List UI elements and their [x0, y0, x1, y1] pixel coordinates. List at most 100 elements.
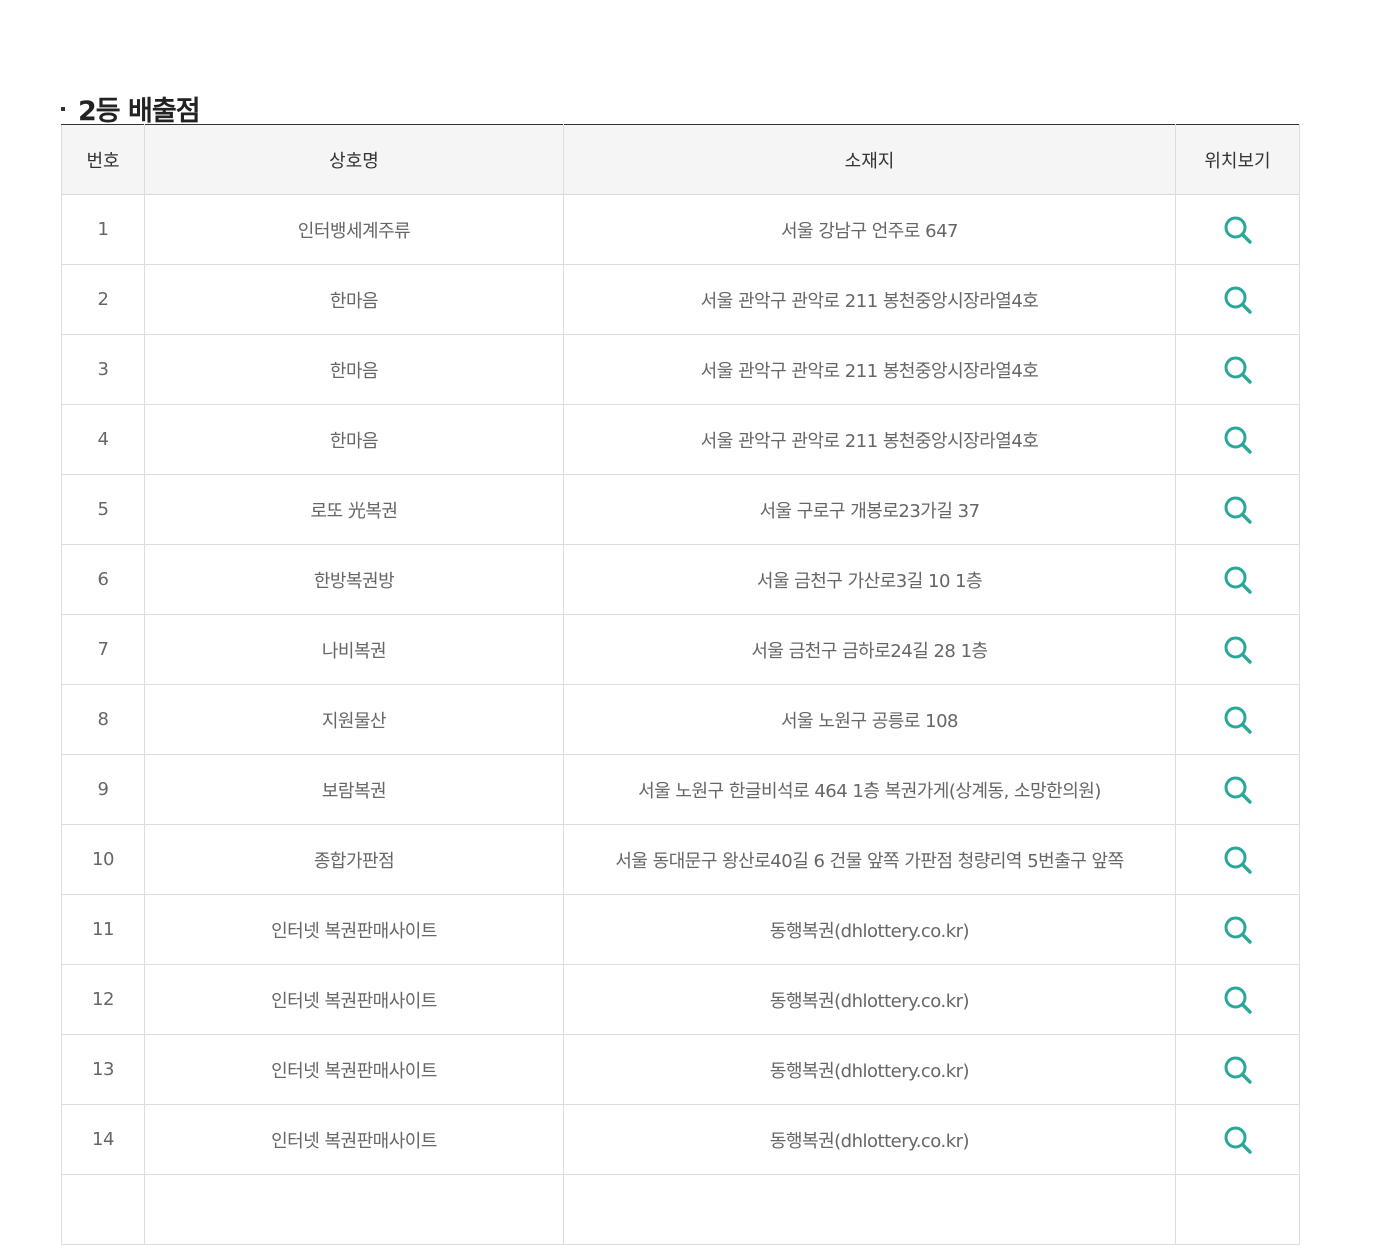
cell-store-name: 로또 光복권 — [144, 474, 564, 545]
cell-store-name: 보람복권 — [144, 754, 564, 825]
winning-store-table: 번호 상호명 소재지 위치보기 1 인터뱅세계주류 서울 강남구 언주로 647 2 한… — [61, 124, 1300, 1245]
view-location-button[interactable] — [1221, 633, 1255, 667]
cell-location — [1175, 894, 1300, 965]
search-icon — [1224, 286, 1252, 314]
search-icon — [1224, 496, 1252, 524]
table-row: 10 종합가판점 서울 동대문구 왕산로40길 6 건물 앞쪽 가판점 청량리역 5… — [61, 824, 1300, 895]
cell-address: 동행복권(dhlottery.co.kr) — [563, 1034, 1176, 1105]
cell-num: 10 — [61, 824, 145, 895]
cell-num: 8 — [61, 684, 145, 755]
table-header-row: 번호 상호명 소재지 위치보기 — [61, 124, 1300, 195]
cell-address: 서울 관악구 관악로 211 봉천중앙시장라열4호 — [563, 264, 1176, 335]
cell-store-name: 인터뱅세계주류 — [144, 194, 564, 265]
cell-store-name: 인터넷 복권판매사이트 — [144, 1104, 564, 1175]
table-row: 14 인터넷 복권판매사이트 동행복권(dhlottery.co.kr) — [61, 1104, 1300, 1175]
header-address: 소재지 — [563, 124, 1176, 195]
view-location-button[interactable] — [1221, 563, 1255, 597]
table-row: 4 한마음 서울 관악구 관악로 211 봉천중앙시장라열4호 — [61, 404, 1300, 475]
search-icon — [1224, 776, 1252, 804]
search-icon — [1224, 426, 1252, 454]
cell-num: 9 — [61, 754, 145, 825]
table-row — [61, 1174, 1300, 1245]
cell-store-name — [144, 1174, 564, 1245]
cell-num: 6 — [61, 544, 145, 615]
cell-num: 14 — [61, 1104, 145, 1175]
view-location-button[interactable] — [1221, 423, 1255, 457]
cell-store-name: 인터넷 복권판매사이트 — [144, 1034, 564, 1105]
cell-location — [1175, 614, 1300, 685]
search-icon — [1224, 986, 1252, 1014]
cell-location — [1175, 544, 1300, 615]
cell-location — [1175, 1104, 1300, 1175]
cell-address: 서울 구로구 개봉로23가길 37 — [563, 474, 1176, 545]
view-location-button[interactable] — [1221, 913, 1255, 947]
cell-location — [1175, 1174, 1300, 1245]
view-location-button[interactable] — [1221, 1123, 1255, 1157]
table-row: 2 한마음 서울 관악구 관악로 211 봉천중앙시장라열4호 — [61, 264, 1300, 335]
search-icon — [1224, 1126, 1252, 1154]
cell-address: 동행복권(dhlottery.co.kr) — [563, 964, 1176, 1035]
table-row: 9 보람복권 서울 노원구 한글비석로 464 1층 복권가게(상계동, 소망한의원… — [61, 754, 1300, 825]
table-row: 3 한마음 서울 관악구 관악로 211 봉천중앙시장라열4호 — [61, 334, 1300, 405]
view-location-button[interactable] — [1221, 1053, 1255, 1087]
cell-num: 11 — [61, 894, 145, 965]
cell-store-name: 한마음 — [144, 334, 564, 405]
cell-location — [1175, 1034, 1300, 1105]
cell-location — [1175, 824, 1300, 895]
cell-store-name: 한마음 — [144, 264, 564, 335]
cell-store-name: 나비복권 — [144, 614, 564, 685]
cell-num: 4 — [61, 404, 145, 475]
winning-store-table-wrap: 번호 상호명 소재지 위치보기 1 인터뱅세계주류 서울 강남구 언주로 647 2 한… — [61, 124, 1300, 1245]
cell-num: 5 — [61, 474, 145, 545]
table-row: 5 로또 光복권 서울 구로구 개봉로23가길 37 — [61, 474, 1300, 545]
section-title-text: 2등 배출점 — [78, 95, 201, 127]
cell-num: 12 — [61, 964, 145, 1035]
header-name: 상호명 — [144, 124, 564, 195]
table-header: 번호 상호명 소재지 위치보기 — [61, 124, 1300, 195]
view-location-button[interactable] — [1221, 703, 1255, 737]
search-icon — [1224, 1056, 1252, 1084]
cell-address — [563, 1174, 1176, 1245]
view-location-button[interactable] — [1221, 843, 1255, 877]
cell-location — [1175, 194, 1300, 265]
title-bullet — [61, 107, 65, 112]
cell-location — [1175, 334, 1300, 405]
cell-address: 서울 동대문구 왕산로40길 6 건물 앞쪽 가판점 청량리역 5번출구 앞쪽 — [563, 824, 1176, 895]
view-location-button[interactable] — [1221, 353, 1255, 387]
cell-store-name: 인터넷 복권판매사이트 — [144, 894, 564, 965]
header-num: 번호 — [61, 124, 145, 195]
table-row: 8 지원물산 서울 노원구 공릉로 108 — [61, 684, 1300, 755]
view-location-button[interactable] — [1221, 283, 1255, 317]
view-location-button[interactable] — [1221, 983, 1255, 1017]
cell-num: 7 — [61, 614, 145, 685]
table-row: 11 인터넷 복권판매사이트 동행복권(dhlottery.co.kr) — [61, 894, 1300, 965]
table-row: 12 인터넷 복권판매사이트 동행복권(dhlottery.co.kr) — [61, 964, 1300, 1035]
cell-address: 서울 관악구 관악로 211 봉천중앙시장라열4호 — [563, 404, 1176, 475]
cell-location — [1175, 474, 1300, 545]
cell-store-name: 종합가판점 — [144, 824, 564, 895]
cell-num: 1 — [61, 194, 145, 265]
cell-num: 13 — [61, 1034, 145, 1105]
search-icon — [1224, 356, 1252, 384]
cell-address: 서울 노원구 한글비석로 464 1층 복권가게(상계동, 소망한의원) — [563, 754, 1176, 825]
cell-store-name: 한방복권방 — [144, 544, 564, 615]
table-row: 6 한방복권방 서울 금천구 가산로3길 10 1층 — [61, 544, 1300, 615]
view-location-button[interactable] — [1221, 493, 1255, 527]
cell-location — [1175, 684, 1300, 755]
cell-location — [1175, 264, 1300, 335]
cell-location — [1175, 754, 1300, 825]
search-icon — [1224, 566, 1252, 594]
search-icon — [1224, 846, 1252, 874]
cell-store-name: 인터넷 복권판매사이트 — [144, 964, 564, 1035]
cell-num: 2 — [61, 264, 145, 335]
table-row: 7 나비복권 서울 금천구 금하로24길 28 1층 — [61, 614, 1300, 685]
cell-location — [1175, 404, 1300, 475]
cell-num: 3 — [61, 334, 145, 405]
cell-store-name: 한마음 — [144, 404, 564, 475]
search-icon — [1224, 636, 1252, 664]
view-location-button[interactable] — [1221, 773, 1255, 807]
cell-num — [61, 1174, 145, 1245]
view-location-button[interactable] — [1221, 213, 1255, 247]
header-location: 위치보기 — [1175, 124, 1300, 195]
table-row: 1 인터뱅세계주류 서울 강남구 언주로 647 — [61, 194, 1300, 265]
